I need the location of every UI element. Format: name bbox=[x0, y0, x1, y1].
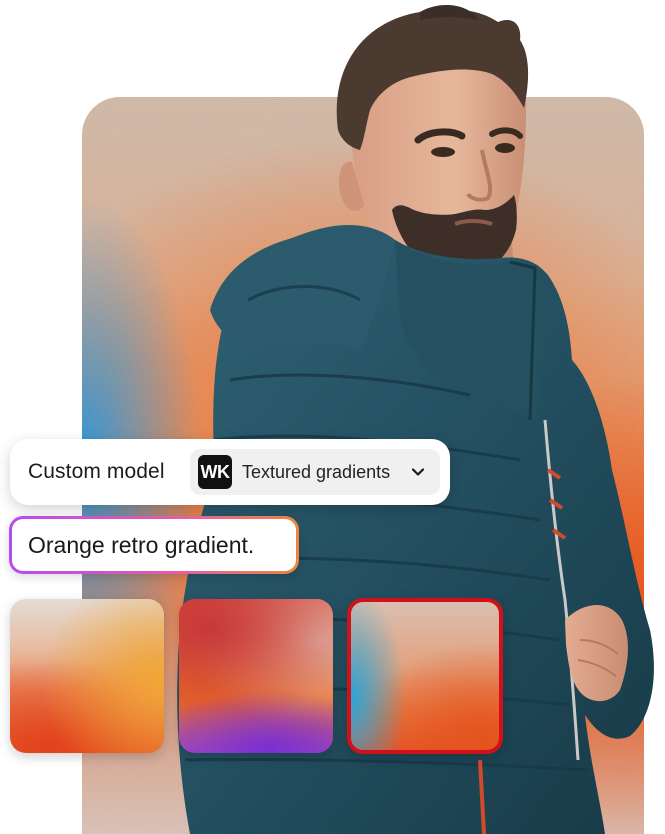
gradient-result-3-selected[interactable] bbox=[347, 598, 503, 754]
canvas: Custom model WK Textured gradients Orang… bbox=[0, 0, 665, 834]
chevron-down-icon bbox=[411, 468, 425, 476]
custom-model-label: Custom model bbox=[28, 460, 165, 483]
custom-model-bar: Custom model WK Textured gradients bbox=[10, 439, 450, 505]
gradient-result-2[interactable] bbox=[179, 599, 333, 753]
model-badge: WK bbox=[198, 455, 232, 489]
model-dropdown[interactable]: WK Textured gradients bbox=[190, 449, 440, 495]
prompt-input[interactable]: Orange retro gradient. bbox=[12, 519, 296, 571]
prompt-field[interactable]: Orange retro gradient. bbox=[9, 516, 299, 574]
gradient-result-1[interactable] bbox=[10, 599, 164, 753]
model-dropdown-value: Textured gradients bbox=[242, 461, 391, 482]
